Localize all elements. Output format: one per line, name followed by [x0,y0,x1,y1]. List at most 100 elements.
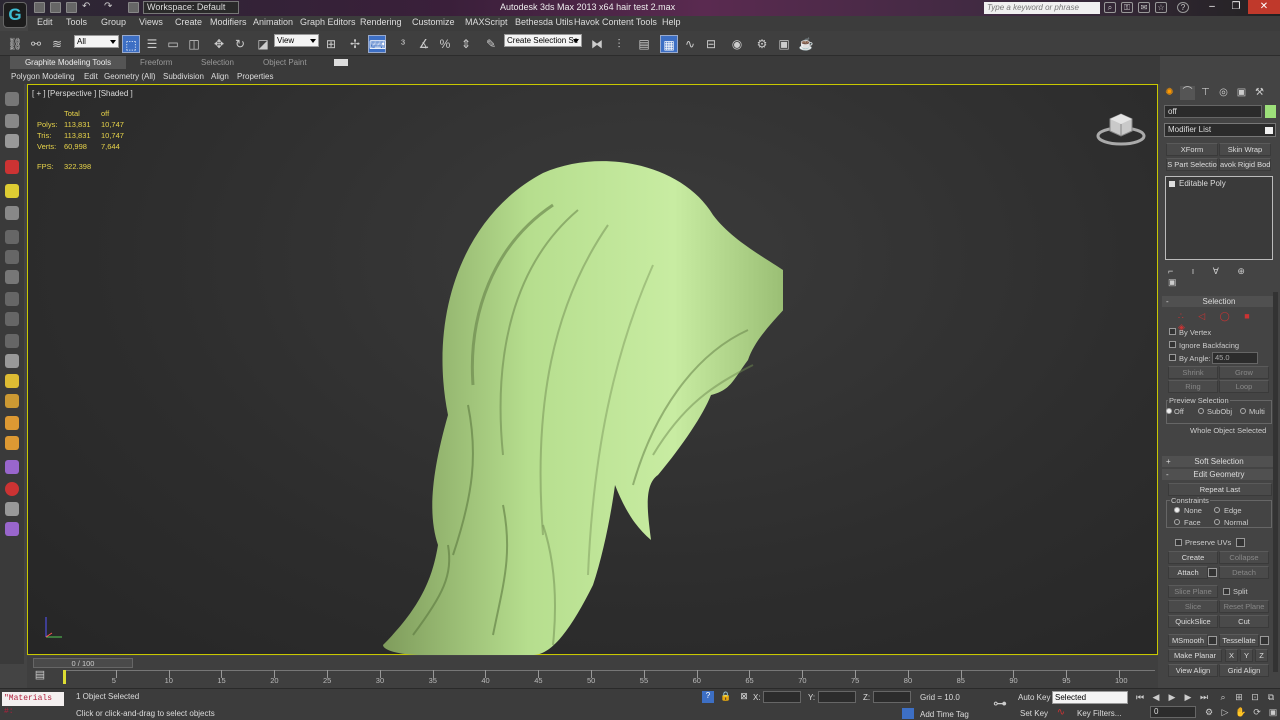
tool-3-icon[interactable] [5,134,19,148]
tessellate-settings-icon[interactable] [1260,636,1269,645]
ribbon-minimize-icon[interactable] [334,59,348,66]
current-frame-marker[interactable] [63,670,66,684]
tool-11-icon[interactable] [5,312,19,326]
time-config-icon[interactable]: ⚙ [1202,706,1216,718]
rectangular-selection-icon[interactable]: ▭ [164,35,182,53]
redo-icon[interactable]: ↷ [104,2,115,13]
grid-align-button[interactable]: Grid Align [1219,664,1269,677]
menu-animation[interactable]: Animation [253,17,293,27]
orbit-icon[interactable]: ⟳ [1250,706,1264,718]
pivot-center-icon[interactable]: ⊞ [322,35,340,53]
selection-rollout-header[interactable]: - Selection [1162,296,1276,307]
create-button[interactable]: Create [1168,551,1218,564]
hair-mesh-model[interactable] [353,155,783,655]
zoom-extents-all-icon[interactable]: ⧉ [1264,691,1278,703]
subobject-level-icons[interactable]: ∴ ◁ ◯ ■ ◈ [1178,311,1268,332]
stack-tools-icons[interactable]: ⌐ ı ∀ ⊕ ▣ [1168,266,1278,287]
tool-18-icon[interactable] [5,460,19,474]
ring-button[interactable]: Ring [1168,380,1218,393]
select-by-name-icon[interactable]: ☰ [143,35,161,53]
grow-button[interactable]: Grow [1219,366,1269,379]
command-panel-scrollbar[interactable] [1273,292,1278,672]
attach-list-icon[interactable] [1208,568,1217,577]
infocenter-search-icon[interactable]: ⌕ [1104,2,1116,13]
slice-plane-button[interactable]: Slice Plane [1168,585,1218,598]
menu-group[interactable]: Group [101,17,126,27]
minimize-button[interactable]: – [1200,0,1224,14]
bind-space-warp-icon[interactable]: ≋ [48,35,66,53]
panel-properties[interactable]: Properties [237,71,273,83]
tool-4-icon[interactable] [5,160,19,174]
help-icon[interactable]: ? [1177,2,1189,13]
go-to-end-icon[interactable]: ⏭ [1197,691,1211,703]
repeat-last-button[interactable]: Repeat Last [1168,483,1272,496]
perspective-viewport[interactable]: [ + ] [Perspective ] [Shaded ] Total off… [27,84,1158,655]
motion-tab-icon[interactable]: ◎ [1216,86,1231,100]
attach-button[interactable]: Attach [1168,566,1208,579]
select-and-scale-icon[interactable]: ◪ [254,35,272,53]
maxscript-listener[interactable]: "Materials #: [2,692,64,716]
tool-14-icon[interactable] [5,374,19,388]
tool-21-icon[interactable] [5,522,19,536]
planar-z-button[interactable]: Z [1255,649,1268,662]
panel-align[interactable]: Align [211,71,229,83]
pan-view-icon[interactable]: ✋ [1234,706,1248,718]
undo-icon[interactable]: ↶ [82,2,93,13]
panel-edit[interactable]: Edit [84,71,98,83]
preview-subobj-radio[interactable] [1198,408,1204,414]
preserve-uvs-settings-icon[interactable] [1236,538,1245,547]
isolate-selection-icon[interactable]: ? [702,691,714,703]
tab-freeform[interactable]: Freeform [140,56,172,69]
keyboard-shortcut-override-icon[interactable]: ⌨ [368,35,386,53]
menu-customize[interactable]: Customize [412,17,455,27]
curve-editor-icon[interactable]: ∿ [681,35,699,53]
viewcube-icon[interactable] [1096,107,1146,147]
previous-frame-icon[interactable]: ◀ [1149,691,1163,703]
panel-geometry-all[interactable]: Geometry (All) [104,71,156,83]
absolute-mode-icon[interactable]: ⊠ [738,691,750,703]
utilities-tab-icon[interactable]: ⚒ [1252,86,1267,100]
display-tab-icon[interactable]: ▣ [1234,86,1249,100]
tool-6-icon[interactable] [5,206,19,220]
snaps-toggle-icon[interactable]: ³ [394,35,412,53]
time-slider[interactable]: 0 / 100 [33,658,133,668]
align-icon[interactable]: ⫶ [610,35,628,53]
preview-multi-radio[interactable] [1240,408,1246,414]
preview-off-radio[interactable] [1166,408,1172,414]
project-folder-icon[interactable] [128,2,139,13]
graphite-toggle-icon[interactable]: ▦ [660,35,678,53]
named-selection-dropdown[interactable]: Create Selection Se [504,34,582,47]
tool-17-icon[interactable] [5,436,19,450]
soft-selection-rollout-header[interactable]: + Soft Selection [1162,456,1276,467]
edit-named-selection-icon[interactable]: ✎ [482,35,500,53]
xform-button[interactable]: XForm [1166,143,1218,156]
tab-object-paint[interactable]: Object Paint [263,56,307,69]
trackbar-toggle-icon[interactable]: ▤ [30,668,50,684]
split-checkbox[interactable] [1223,588,1230,595]
make-planar-button[interactable]: Make Planar [1168,649,1222,662]
tool-12-icon[interactable] [5,334,19,348]
next-frame-icon[interactable]: ▶ [1181,691,1195,703]
preserve-uvs-checkbox[interactable] [1175,539,1182,546]
set-key-button[interactable]: Set Key [1020,709,1048,718]
view-align-button[interactable]: View Align [1168,664,1218,677]
workspace-dropdown[interactable]: Workspace: Default [143,1,239,14]
save-file-icon[interactable] [66,2,77,13]
create-tab-icon[interactable]: ✺ [1162,86,1177,100]
viewport-label[interactable]: [ + ] [Perspective ] [Shaded ] [32,89,133,98]
cut-button[interactable]: Cut [1219,615,1269,628]
tool-8-icon[interactable] [5,250,19,264]
menu-maxscript[interactable]: MAXScript [465,17,508,27]
planar-y-button[interactable]: Y [1240,649,1253,662]
selection-lock-icon[interactable]: 🔒 [720,691,732,703]
key-tangent-icon[interactable]: ∿ [1054,707,1068,719]
selection-filter-dropdown[interactable]: All [74,35,119,48]
track-bar[interactable] [63,670,1155,671]
menu-graph-editors[interactable]: Graph Editors [300,17,356,27]
time-tag-icon[interactable] [902,708,914,719]
by-vertex-checkbox[interactable] [1169,328,1176,335]
render-production-icon[interactable]: ☕ [797,35,815,53]
menu-bethesda-utils[interactable]: Bethesda Utils [515,17,573,27]
key-filters-button[interactable]: Key Filters... [1077,709,1121,718]
maximize-button[interactable]: ❐ [1224,0,1248,14]
